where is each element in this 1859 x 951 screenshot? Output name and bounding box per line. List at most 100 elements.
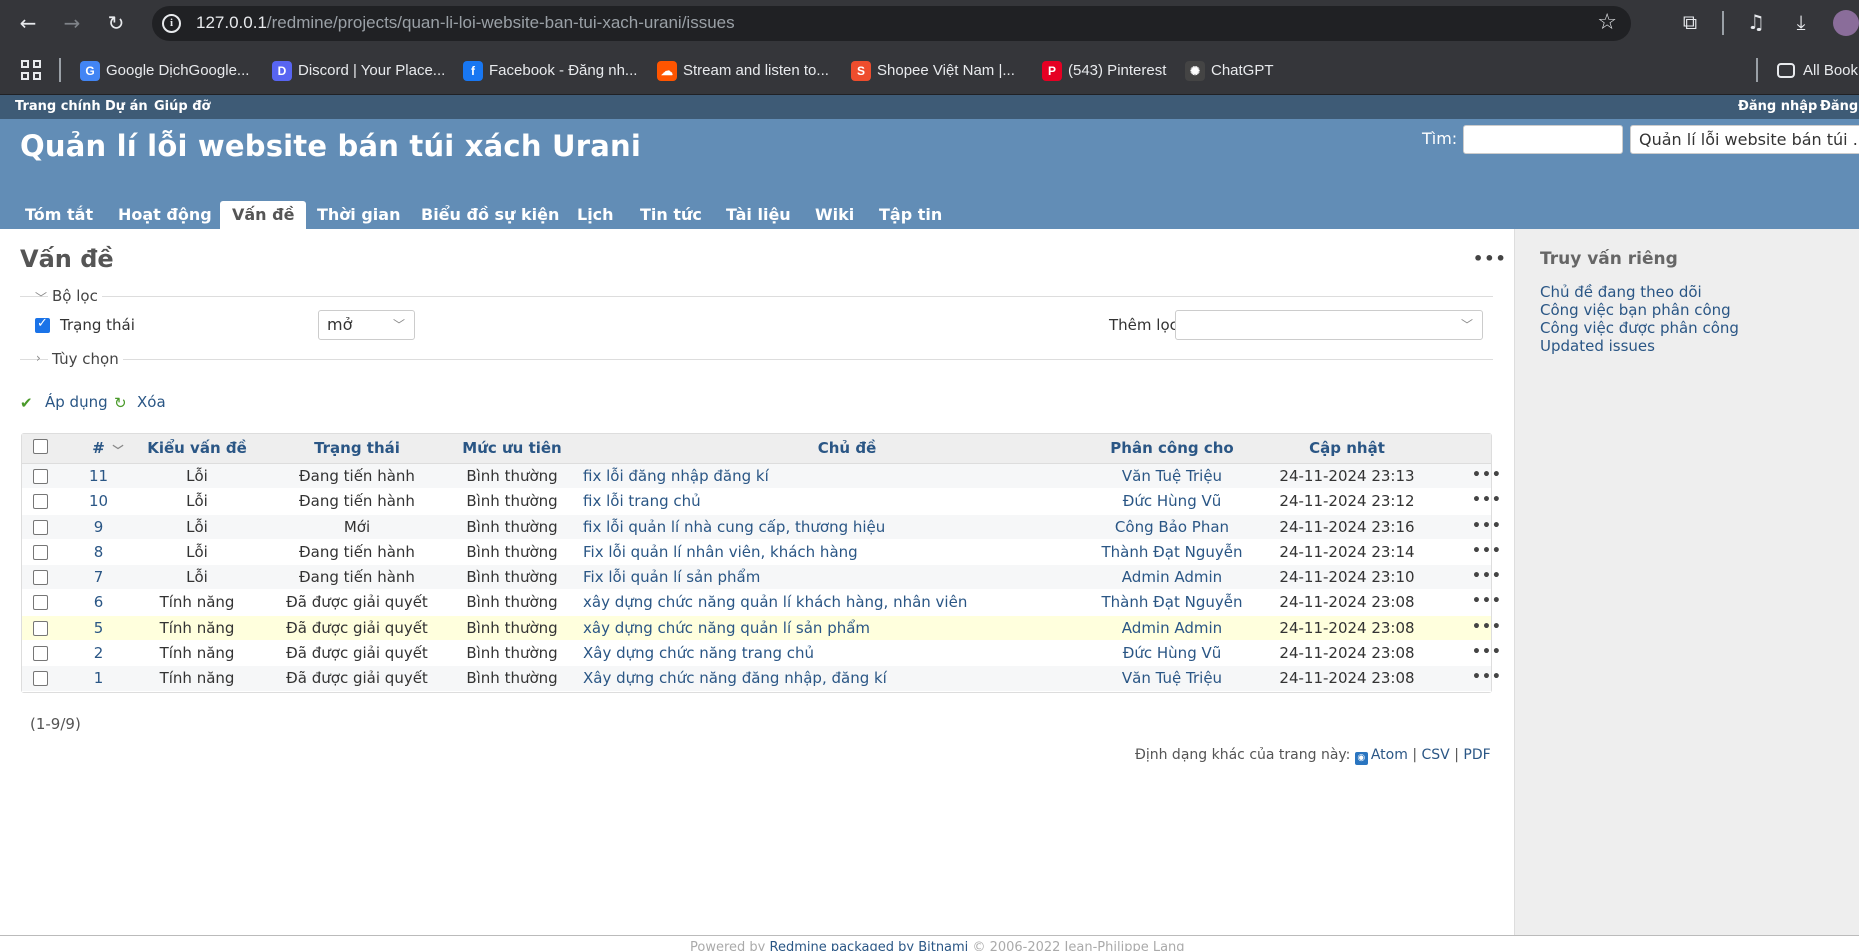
- sidebar-link-watched[interactable]: Chủ đề đang theo dõi: [1540, 283, 1702, 301]
- bookmark-item[interactable]: P (543) Pinterest: [1042, 60, 1166, 82]
- table-row[interactable]: 8 Lỗi Đang tiến hành Bình thường Fix lỗi quả…: [22, 539, 1501, 566]
- issue-assignee-link[interactable]: Văn Tuệ Triệu: [1082, 467, 1262, 485]
- bookmark-star-icon[interactable]: ☆: [1597, 10, 1617, 35]
- row-checkbox[interactable]: [33, 671, 48, 687]
- download-icon[interactable]: ⤓: [1788, 10, 1814, 34]
- row-actions-icon[interactable]: •••: [1472, 644, 1502, 660]
- media-icon[interactable]: ♫: [1743, 10, 1769, 34]
- issue-id-link[interactable]: 9: [86, 518, 111, 536]
- footer-redmine-link[interactable]: Redmine packaged by Bitnami: [770, 940, 969, 951]
- more-actions-icon[interactable]: •••: [1473, 249, 1507, 268]
- tab-3[interactable]: Thời gian: [305, 201, 412, 229]
- row-checkbox[interactable]: [33, 646, 48, 662]
- search-input[interactable]: [1463, 125, 1623, 154]
- back-icon[interactable]: ←: [15, 10, 41, 36]
- issue-id-link[interactable]: 2: [86, 644, 111, 662]
- row-actions-icon[interactable]: •••: [1472, 492, 1502, 508]
- row-checkbox[interactable]: [33, 469, 48, 484]
- bookmark-item[interactable]: ✺ ChatGPT: [1185, 60, 1274, 82]
- apply-button[interactable]: ✔ Áp dụng: [20, 393, 108, 412]
- table-row[interactable]: 10 Lỗi Đang tiến hành Bình thường fix lỗi tr…: [22, 489, 1501, 515]
- table-row[interactable]: 2 Tính năng Đã được giải quyết Bình thường X…: [22, 641, 1501, 667]
- tab-4[interactable]: Biểu đồ sự kiện: [409, 201, 571, 229]
- site-info-icon[interactable]: i: [162, 14, 181, 33]
- issue-subject-link[interactable]: fix lỗi đăng nhập đăng kí: [583, 467, 1063, 485]
- issue-id-link[interactable]: 10: [86, 492, 111, 510]
- row-checkbox[interactable]: [33, 544, 48, 560]
- row-actions-icon[interactable]: •••: [1472, 593, 1502, 609]
- row-actions-icon[interactable]: •••: [1472, 669, 1502, 685]
- top-menu-projects[interactable]: Dự án: [105, 99, 148, 114]
- row-checkbox[interactable]: [33, 494, 48, 510]
- forward-icon[interactable]: →: [59, 10, 85, 36]
- export-atom-link[interactable]: Atom: [1371, 747, 1408, 763]
- issue-assignee-link[interactable]: Admin Admin: [1082, 619, 1262, 637]
- issue-assignee-link[interactable]: Văn Tuệ Triệu: [1082, 669, 1262, 687]
- tab-1[interactable]: Hoạt động: [106, 201, 224, 229]
- issue-subject-link[interactable]: fix lỗi trang chủ: [583, 492, 1063, 510]
- table-row[interactable]: 5 Tính năng Đã được giải quyết Bình thường x…: [22, 615, 1501, 642]
- sidebar-link-assigned[interactable]: Công việc được phân công: [1540, 319, 1739, 337]
- column-header-priority[interactable]: Mức ưu tiên: [452, 439, 572, 457]
- issue-id-link[interactable]: 11: [86, 467, 111, 485]
- row-checkbox[interactable]: [33, 595, 48, 611]
- row-checkbox[interactable]: [33, 570, 48, 586]
- column-header-tracker[interactable]: Kiểu vấn đề: [132, 439, 262, 457]
- tab-2[interactable]: Vấn đề: [220, 201, 307, 229]
- column-header-status[interactable]: Trạng thái: [287, 439, 427, 457]
- apps-icon[interactable]: [21, 60, 43, 82]
- tab-5[interactable]: Lịch: [565, 201, 626, 229]
- clear-button[interactable]: ↻ Xóa: [114, 393, 166, 412]
- issue-assignee-link[interactable]: Đức Hùng Vũ: [1082, 492, 1262, 510]
- filter-status-operator-select[interactable]: mở ﹀: [318, 310, 415, 340]
- add-filter-select[interactable]: ﹀: [1175, 310, 1483, 340]
- export-csv-link[interactable]: CSV: [1422, 747, 1450, 763]
- top-menu-login[interactable]: Đăng nhập: [1738, 99, 1817, 114]
- issue-id-link[interactable]: 8: [86, 543, 111, 561]
- top-menu-help[interactable]: Giúp đỡ: [154, 99, 210, 114]
- table-row[interactable]: 9 Lỗi Mới Bình thường fix lỗi quản lí nhà cu…: [22, 514, 1501, 540]
- reload-icon[interactable]: ↻: [103, 10, 129, 36]
- column-header-id[interactable]: #: [86, 439, 111, 457]
- options-legend[interactable]: Tùy chọn: [48, 350, 123, 368]
- issue-id-link[interactable]: 1: [86, 669, 111, 687]
- tab-6[interactable]: Tin tức: [628, 201, 714, 229]
- issue-subject-link[interactable]: Xây dựng chức năng trang chủ: [583, 644, 1063, 662]
- row-actions-icon[interactable]: •••: [1472, 619, 1502, 635]
- issue-subject-link[interactable]: Xây dựng chức năng đăng nhập, đăng kí: [583, 669, 1063, 687]
- issue-assignee-link[interactable]: Đức Hùng Vũ: [1082, 644, 1262, 662]
- issue-id-link[interactable]: 5: [86, 619, 111, 637]
- bookmark-item[interactable]: S Shopee Việt Nam |...: [851, 60, 1015, 82]
- table-row[interactable]: 1 Tính năng Đã được giải quyết Bình thường X…: [22, 666, 1501, 692]
- row-checkbox[interactable]: [33, 519, 48, 535]
- select-all-checkbox[interactable]: [33, 439, 48, 454]
- tab-0[interactable]: Tóm tắt: [13, 201, 105, 229]
- row-actions-icon[interactable]: •••: [1472, 568, 1502, 584]
- export-pdf-link[interactable]: PDF: [1463, 747, 1490, 763]
- issue-assignee-link[interactable]: Admin Admin: [1082, 568, 1262, 586]
- issue-assignee-link[interactable]: Thành Đạt Nguyễn: [1082, 593, 1262, 611]
- issue-subject-link[interactable]: xây dựng chức năng quản lí sản phẩm: [583, 619, 1063, 637]
- issue-assignee-link[interactable]: Thành Đạt Nguyễn: [1082, 543, 1262, 561]
- column-header-updated[interactable]: Cập nhật: [1272, 439, 1422, 457]
- tab-7[interactable]: Tài liệu: [714, 201, 803, 229]
- chevron-right-icon[interactable]: ›: [36, 351, 41, 365]
- issue-subject-link[interactable]: Fix lỗi quản lí nhân viên, khách hàng: [583, 543, 1063, 561]
- table-row[interactable]: 6 Tính năng Đã được giải quyết Bình thường x…: [22, 590, 1501, 616]
- chevron-down-icon[interactable]: ﹀: [35, 289, 47, 306]
- bookmark-item[interactable]: ☁ Stream and listen to...: [657, 60, 829, 82]
- extensions-icon[interactable]: ⧉: [1677, 10, 1703, 34]
- all-bookmarks-folder[interactable]: All Book: [1777, 60, 1858, 82]
- sidebar-link-updated[interactable]: Updated issues: [1540, 337, 1655, 355]
- row-actions-icon[interactable]: •••: [1472, 543, 1502, 559]
- sidebar-link-reported[interactable]: Công việc bạn phân công: [1540, 301, 1731, 319]
- issue-assignee-link[interactable]: Công Bảo Phan: [1082, 518, 1262, 536]
- top-menu-register[interactable]: Đăng: [1820, 99, 1858, 114]
- profile-avatar[interactable]: [1833, 10, 1859, 36]
- bookmark-item[interactable]: f Facebook - Đăng nh...: [463, 60, 637, 82]
- table-row[interactable]: 7 Lỗi Đang tiến hành Bình thường Fix lỗi quả…: [22, 565, 1501, 591]
- issue-id-link[interactable]: 6: [86, 593, 111, 611]
- address-bar[interactable]: i 127.0.0.1/redmine/projects/quan-li-loi…: [152, 6, 1631, 41]
- column-header-subject[interactable]: Chủ đề: [722, 439, 972, 457]
- row-actions-icon[interactable]: •••: [1472, 518, 1502, 534]
